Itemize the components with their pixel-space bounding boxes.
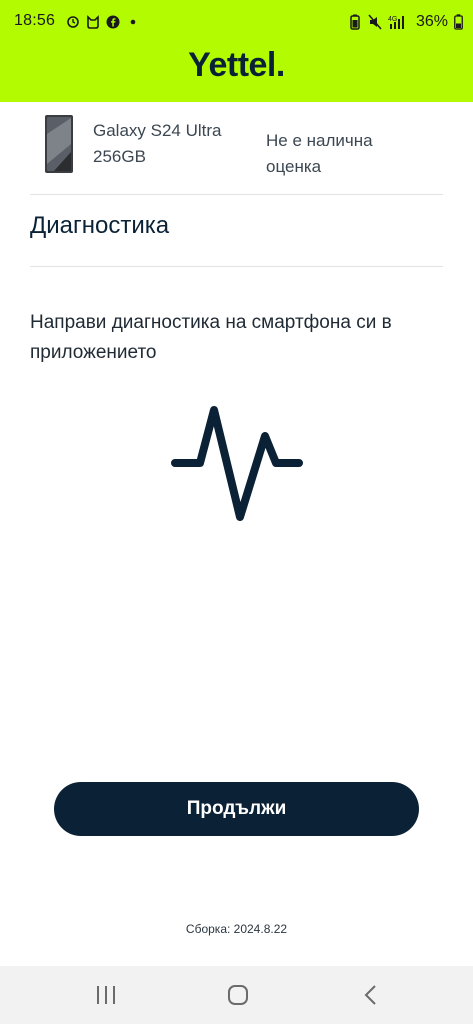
section-title: Диагностика (30, 212, 170, 239)
battery-percent: 36% (415, 13, 448, 30)
device-rating: Не е налична оценка (266, 131, 373, 176)
pulse-icon (170, 402, 304, 524)
cat-icon (86, 15, 100, 29)
back-icon[interactable] (356, 980, 386, 1010)
battery-saver-icon (348, 14, 362, 30)
network-label: 4G (388, 16, 397, 23)
status-time: 18:56 (14, 12, 56, 29)
brand-logo: Yettel. (188, 46, 285, 84)
dot-icon (126, 15, 140, 29)
device-name: Galaxy S24 Ultra 256GB (93, 121, 222, 166)
facebook-icon (106, 15, 120, 29)
system-nav-bar (0, 966, 473, 1024)
build-version: Сборка: 2024.8.22 (185, 922, 288, 936)
status-right: 4G 36% (348, 12, 463, 32)
continue-button[interactable]: Продължи (54, 782, 419, 836)
status-bar: 18:56 4G 36% (0, 0, 473, 44)
section-divider (30, 266, 443, 267)
mute-icon (368, 14, 382, 30)
signal-icon: 4G (388, 14, 410, 30)
app-header: 18:56 4G 36% Yettel. (0, 0, 473, 102)
diagnostic-description: Направи диагностика на смартфона си в пр… (30, 312, 392, 363)
home-icon[interactable] (223, 980, 253, 1010)
device-image (44, 114, 74, 174)
battery-icon (454, 14, 463, 30)
device-summary: Galaxy S24 Ultra 256GB Не е налична оцен… (30, 108, 443, 195)
recent-apps-icon[interactable] (91, 980, 121, 1010)
status-left-icons (66, 12, 140, 32)
alarm-icon (66, 15, 80, 29)
